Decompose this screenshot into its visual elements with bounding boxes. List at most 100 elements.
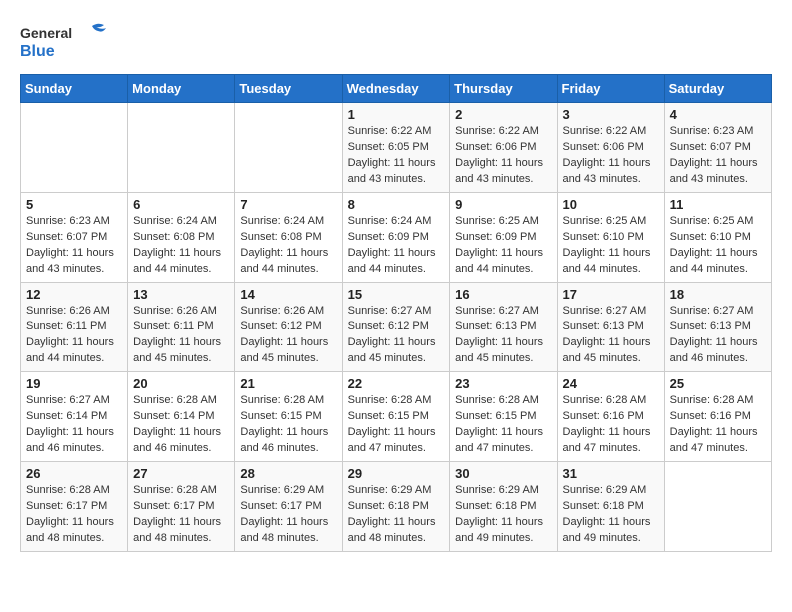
day-info: Sunrise: 6:28 AMSunset: 6:15 PMDaylight:…	[348, 393, 445, 457]
calendar-day-cell: 19 Sunrise: 6:27 AMSunset: 6:14 PMDayligh…	[21, 372, 128, 462]
day-info: Sunrise: 6:28 AMSunset: 6:15 PMDaylight:…	[240, 393, 336, 457]
day-info: Sunrise: 6:27 AMSunset: 6:14 PMDaylight:…	[26, 393, 122, 457]
day-info: Sunrise: 6:29 AMSunset: 6:17 PMDaylight:…	[240, 483, 336, 547]
logo-svg: General Blue	[20, 20, 110, 64]
day-number: 20	[133, 376, 229, 391]
weekday-header: Monday	[128, 75, 235, 103]
calendar-day-cell: 20 Sunrise: 6:28 AMSunset: 6:14 PMDayligh…	[128, 372, 235, 462]
day-info: Sunrise: 6:25 AMSunset: 6:10 PMDaylight:…	[563, 214, 659, 278]
svg-text:General: General	[20, 25, 72, 41]
weekday-header: Friday	[557, 75, 664, 103]
calendar-day-cell: 11 Sunrise: 6:25 AMSunset: 6:10 PMDayligh…	[664, 192, 771, 282]
day-info: Sunrise: 6:25 AMSunset: 6:10 PMDaylight:…	[670, 214, 766, 278]
calendar-day-cell: 22 Sunrise: 6:28 AMSunset: 6:15 PMDayligh…	[342, 372, 450, 462]
calendar-day-cell: 5Sunrise: 6:23 AMSunset: 6:07 PMDaylight…	[21, 192, 128, 282]
weekday-header: Saturday	[664, 75, 771, 103]
day-info: Sunrise: 6:29 AMSunset: 6:18 PMDaylight:…	[348, 483, 445, 547]
day-info: Sunrise: 6:28 AMSunset: 6:16 PMDaylight:…	[670, 393, 766, 457]
weekday-header: Tuesday	[235, 75, 342, 103]
day-number: 10	[563, 197, 659, 212]
day-number: 14	[240, 287, 336, 302]
day-info: Sunrise: 6:26 AMSunset: 6:11 PMDaylight:…	[133, 304, 229, 368]
day-info: Sunrise: 6:27 AMSunset: 6:13 PMDaylight:…	[563, 304, 659, 368]
calendar-day-cell: 29 Sunrise: 6:29 AMSunset: 6:18 PMDayligh…	[342, 462, 450, 552]
day-number: 16	[455, 287, 551, 302]
day-number: 29	[348, 466, 445, 481]
day-number: 25	[670, 376, 766, 391]
calendar-day-cell: 6 Sunrise: 6:24 AMSunset: 6:08 PMDaylight…	[128, 192, 235, 282]
day-info: Sunrise: 6:25 AMSunset: 6:09 PMDaylight:…	[455, 214, 551, 278]
calendar-day-cell: 15Sunrise: 6:27 AMSunset: 6:12 PMDayligh…	[342, 282, 450, 372]
day-info: Sunrise: 6:28 AMSunset: 6:17 PMDaylight:…	[133, 483, 229, 547]
calendar-day-cell: 21 Sunrise: 6:28 AMSunset: 6:15 PMDayligh…	[235, 372, 342, 462]
day-info: Sunrise: 6:28 AMSunset: 6:14 PMDaylight:…	[133, 393, 229, 457]
calendar-body: 1 Sunrise: 6:22 AMSunset: 6:05 PMDaylight…	[21, 103, 772, 552]
day-info: Sunrise: 6:28 AMSunset: 6:17 PMDaylight:…	[26, 483, 122, 547]
day-number: 22	[348, 376, 445, 391]
day-info: Sunrise: 6:27 AMSunset: 6:13 PMDaylight:…	[455, 304, 551, 368]
day-info: Sunrise: 6:24 AMSunset: 6:08 PMDaylight:…	[240, 214, 336, 278]
calendar-day-cell: 24Sunrise: 6:28 AMSunset: 6:16 PMDayligh…	[557, 372, 664, 462]
day-number: 6	[133, 197, 229, 212]
calendar-week-row: 19 Sunrise: 6:27 AMSunset: 6:14 PMDayligh…	[21, 372, 772, 462]
calendar-day-cell	[21, 103, 128, 193]
day-number: 23	[455, 376, 551, 391]
day-number: 4	[670, 107, 766, 122]
day-number: 21	[240, 376, 336, 391]
calendar-week-row: 5Sunrise: 6:23 AMSunset: 6:07 PMDaylight…	[21, 192, 772, 282]
calendar-day-cell: 31Sunrise: 6:29 AMSunset: 6:18 PMDayligh…	[557, 462, 664, 552]
calendar-day-cell: 13Sunrise: 6:26 AMSunset: 6:11 PMDayligh…	[128, 282, 235, 372]
day-info: Sunrise: 6:29 AMSunset: 6:18 PMDaylight:…	[563, 483, 659, 547]
weekday-header: Thursday	[450, 75, 557, 103]
day-info: Sunrise: 6:22 AMSunset: 6:05 PMDaylight:…	[348, 124, 445, 188]
day-number: 24	[563, 376, 659, 391]
calendar-week-row: 1 Sunrise: 6:22 AMSunset: 6:05 PMDaylight…	[21, 103, 772, 193]
weekday-header: Wednesday	[342, 75, 450, 103]
day-number: 28	[240, 466, 336, 481]
day-number: 30	[455, 466, 551, 481]
day-number: 8	[348, 197, 445, 212]
day-info: Sunrise: 6:22 AMSunset: 6:06 PMDaylight:…	[563, 124, 659, 188]
calendar-day-cell: 9 Sunrise: 6:25 AMSunset: 6:09 PMDaylight…	[450, 192, 557, 282]
calendar-day-cell	[128, 103, 235, 193]
calendar-day-cell: 2Sunrise: 6:22 AMSunset: 6:06 PMDaylight…	[450, 103, 557, 193]
day-info: Sunrise: 6:23 AMSunset: 6:07 PMDaylight:…	[26, 214, 122, 278]
calendar-day-cell	[235, 103, 342, 193]
calendar-day-cell: 16 Sunrise: 6:27 AMSunset: 6:13 PMDayligh…	[450, 282, 557, 372]
calendar-day-cell: 12Sunrise: 6:26 AMSunset: 6:11 PMDayligh…	[21, 282, 128, 372]
day-number: 19	[26, 376, 122, 391]
day-info: Sunrise: 6:23 AMSunset: 6:07 PMDaylight:…	[670, 124, 766, 188]
day-info: Sunrise: 6:24 AMSunset: 6:09 PMDaylight:…	[348, 214, 445, 278]
day-number: 2	[455, 107, 551, 122]
calendar-day-cell: 10 Sunrise: 6:25 AMSunset: 6:10 PMDayligh…	[557, 192, 664, 282]
day-number: 26	[26, 466, 122, 481]
calendar-day-cell: 28 Sunrise: 6:29 AMSunset: 6:17 PMDayligh…	[235, 462, 342, 552]
day-number: 18	[670, 287, 766, 302]
day-info: Sunrise: 6:27 AMSunset: 6:12 PMDaylight:…	[348, 304, 445, 368]
day-info: Sunrise: 6:27 AMSunset: 6:13 PMDaylight:…	[670, 304, 766, 368]
calendar-day-cell	[664, 462, 771, 552]
day-info: Sunrise: 6:29 AMSunset: 6:18 PMDaylight:…	[455, 483, 551, 547]
calendar-day-cell: 8 Sunrise: 6:24 AMSunset: 6:09 PMDaylight…	[342, 192, 450, 282]
day-info: Sunrise: 6:26 AMSunset: 6:11 PMDaylight:…	[26, 304, 122, 368]
weekday-header: Sunday	[21, 75, 128, 103]
day-number: 7	[240, 197, 336, 212]
calendar-header-row: SundayMondayTuesdayWednesdayThursdayFrid…	[21, 75, 772, 103]
calendar-week-row: 12Sunrise: 6:26 AMSunset: 6:11 PMDayligh…	[21, 282, 772, 372]
logo: General Blue	[20, 20, 110, 64]
svg-text:Blue: Blue	[20, 43, 55, 60]
day-number: 17	[563, 287, 659, 302]
day-info: Sunrise: 6:24 AMSunset: 6:08 PMDaylight:…	[133, 214, 229, 278]
calendar-day-cell: 30 Sunrise: 6:29 AMSunset: 6:18 PMDayligh…	[450, 462, 557, 552]
calendar-day-cell: 25 Sunrise: 6:28 AMSunset: 6:16 PMDayligh…	[664, 372, 771, 462]
calendar-day-cell: 7 Sunrise: 6:24 AMSunset: 6:08 PMDaylight…	[235, 192, 342, 282]
header: General Blue	[20, 20, 772, 64]
calendar-day-cell: 1 Sunrise: 6:22 AMSunset: 6:05 PMDaylight…	[342, 103, 450, 193]
calendar-day-cell: 23Sunrise: 6:28 AMSunset: 6:15 PMDayligh…	[450, 372, 557, 462]
day-number: 1	[348, 107, 445, 122]
day-number: 9	[455, 197, 551, 212]
calendar-day-cell: 26 Sunrise: 6:28 AMSunset: 6:17 PMDayligh…	[21, 462, 128, 552]
day-number: 11	[670, 197, 766, 212]
day-number: 3	[563, 107, 659, 122]
calendar-day-cell: 18 Sunrise: 6:27 AMSunset: 6:13 PMDayligh…	[664, 282, 771, 372]
